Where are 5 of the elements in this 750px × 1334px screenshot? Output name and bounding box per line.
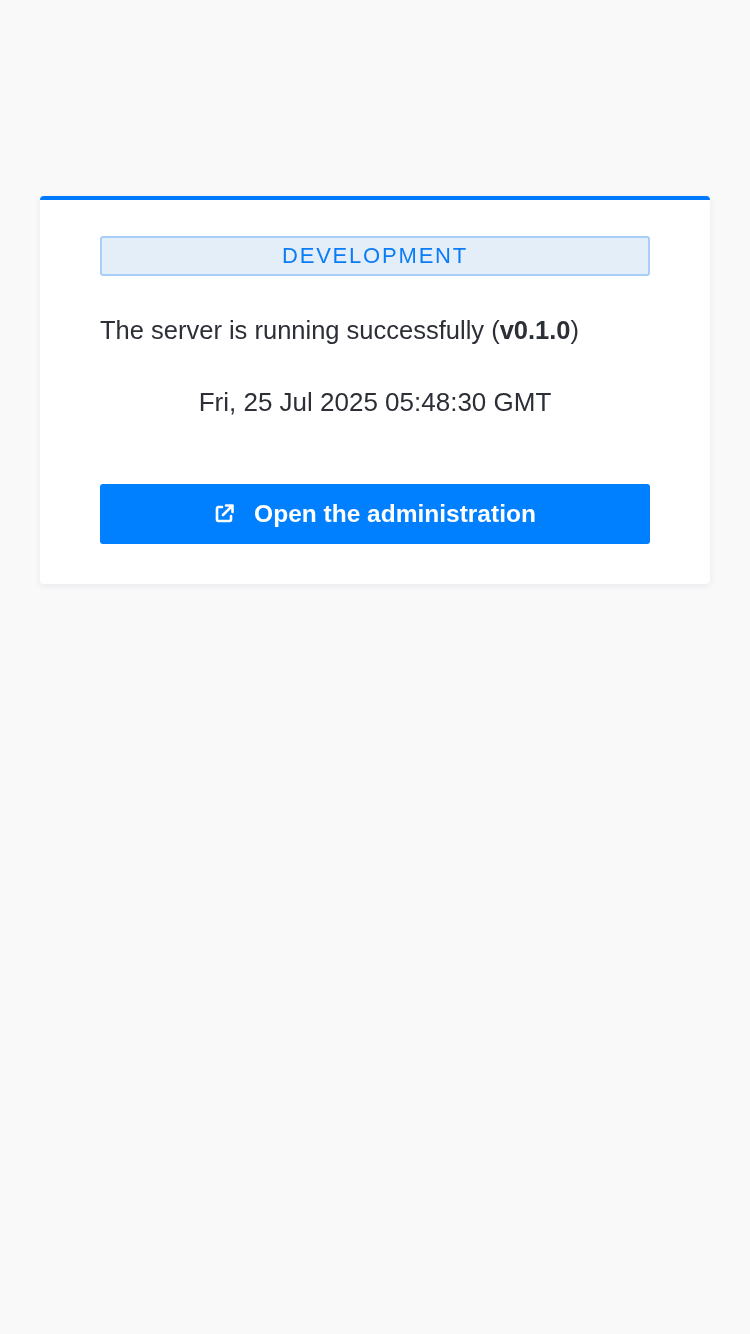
- external-link-icon: [214, 504, 235, 524]
- timestamp: Fri, 25 Jul 2025 05:48:30 GMT: [197, 386, 553, 419]
- open-administration-button[interactable]: Open the administration: [100, 484, 650, 544]
- status-message: The server is running successfully (v0.1.0): [100, 315, 581, 346]
- environment-badge: DEVELOPMENT: [100, 236, 650, 276]
